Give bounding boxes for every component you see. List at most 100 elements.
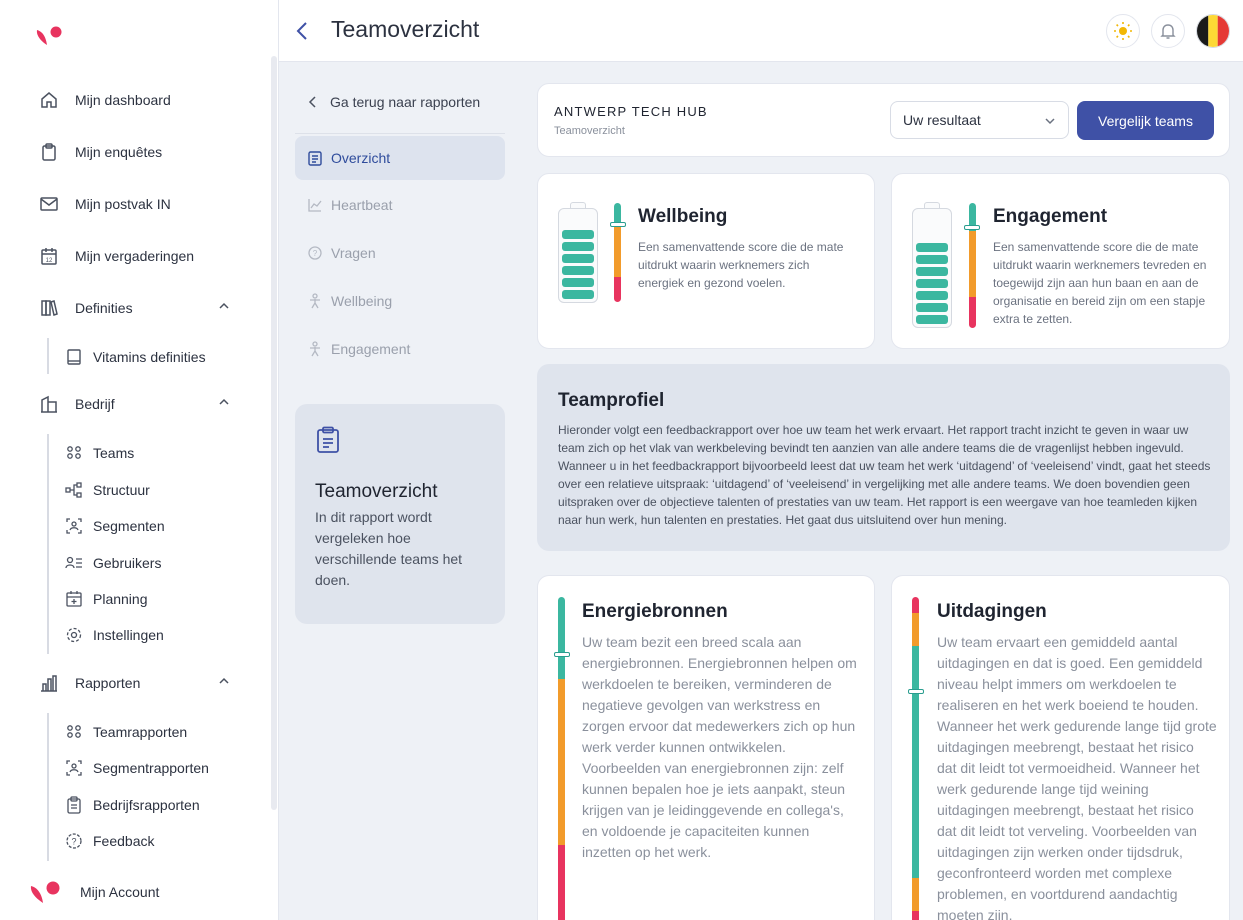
sidebar-item-vergaderingen[interactable]: 12 Mijn vergaderingen (38, 243, 194, 269)
chevron-down-icon (1045, 118, 1055, 125)
tab-wellbeing[interactable]: Wellbeing (295, 279, 505, 323)
chevron-up-icon[interactable] (218, 674, 230, 690)
sidebar-subitem-label: Structuur (93, 482, 150, 498)
org-subtitle: Teamoverzicht (554, 125, 625, 137)
account-link[interactable]: Mijn Account (28, 878, 159, 906)
sidebar-item-label: Mijn vergaderingen (75, 248, 195, 264)
bar-chart-icon (38, 672, 60, 694)
tree-line (47, 338, 49, 374)
page-title: Teamoverzicht (331, 16, 480, 42)
svg-text:12: 12 (46, 258, 53, 264)
sidebar-subitem-label: Planning (93, 591, 148, 607)
language-button[interactable] (1196, 14, 1230, 48)
sidebar-item-enquetes[interactable]: Mijn enquêtes (38, 139, 162, 165)
segment-icon (64, 516, 84, 536)
mail-icon (38, 193, 60, 215)
sidebar-item-label: Rapporten (75, 675, 141, 691)
engagement-battery (912, 202, 952, 328)
sidebar-subitem-feedback[interactable]: ? Feedback (64, 829, 154, 853)
sidebar-item-bedrijf[interactable]: Bedrijf (38, 391, 238, 417)
sidebar-subitem-bedrijfsrapporten[interactable]: Bedrijfsrapporten (64, 793, 200, 817)
sidebar-subitem-teams[interactable]: Teams (64, 441, 134, 465)
info-card-description: In dit rapport wordt vergeleken hoe vers… (315, 509, 463, 588)
sidebar-subitem-gebruikers[interactable]: Gebruikers (64, 551, 161, 575)
uitdagingen-text: Uw team ervaart een gemiddeld aantal uit… (937, 634, 1217, 920)
person-icon (307, 293, 323, 309)
gauge-marker (610, 222, 626, 227)
battery-cell (562, 254, 594, 263)
calendar-icon: 12 (38, 245, 60, 267)
feedback-icon: ? (64, 831, 84, 851)
battery-cap (570, 202, 586, 208)
svg-text:?: ? (313, 249, 318, 258)
compare-teams-button[interactable]: Vergelijk teams (1077, 101, 1214, 140)
sidebar-subitem-label: Instellingen (93, 627, 164, 643)
belgium-flag-icon (1197, 15, 1229, 47)
gear-icon (64, 625, 84, 645)
book-icon (64, 347, 84, 367)
back-to-reports-label: Ga terug naar rapporten (330, 94, 481, 110)
sidebar-subitem-label: Teamrapporten (93, 724, 188, 740)
energiebronnen-title: Energiebronnen (582, 601, 728, 622)
teamprofiel-text: Hieronder volgt een feedbackrapport over… (558, 423, 1211, 527)
tab-engagement[interactable]: Engagement (295, 327, 505, 371)
uitdagingen-gauge (912, 597, 919, 920)
wellbeing-card: Wellbeing Een samenvattende score die de… (537, 173, 875, 349)
tab-heartbeat[interactable]: Heartbeat (295, 183, 505, 227)
select-value: Uw resultaat (903, 112, 981, 128)
teamprofiel-section: Teamprofiel Hieronder volgt een feedback… (537, 364, 1230, 551)
back-to-reports-link[interactable]: Ga terug naar rapporten (308, 94, 480, 110)
account-label: Mijn Account (80, 884, 160, 900)
battery-cell (916, 279, 948, 288)
tab-vragen[interactable]: ? Vragen (295, 231, 505, 275)
chevron-left-icon (296, 22, 307, 40)
sidebar-subitem-segmenten[interactable]: Segmenten (64, 514, 165, 538)
chevron-up-icon[interactable] (218, 299, 230, 315)
sidebar-subitem-label: Teams (93, 445, 135, 461)
team-icon (64, 443, 84, 463)
line-chart-icon (307, 197, 323, 213)
sidebar-subitem-vitamins[interactable]: Vitamins definities (64, 345, 206, 369)
sidebar-subitem-segmentrapporten[interactable]: Segmentrapporten (64, 756, 209, 780)
question-icon: ? (307, 245, 323, 261)
theme-toggle-button[interactable] (1106, 14, 1140, 48)
uitdagingen-title: Uitdagingen (937, 601, 1047, 622)
battery-cell (562, 242, 594, 251)
info-card-title: Teamoverzicht (315, 481, 438, 502)
sidebar-item-label: Bedrijf (75, 396, 115, 412)
calendar-plus-icon (64, 589, 84, 609)
sidebar-subitem-structuur[interactable]: Structuur (64, 478, 150, 502)
sidebar-item-definities[interactable]: Definities (38, 295, 238, 321)
tab-label: Engagement (331, 341, 411, 357)
building-icon (38, 393, 60, 415)
sidebar-item-postvak[interactable]: Mijn postvak IN (38, 191, 171, 217)
chevron-up-icon[interactable] (218, 395, 230, 411)
sidebar-item-dashboard[interactable]: Mijn dashboard (38, 87, 171, 113)
sidebar-subitem-teamrapporten[interactable]: Teamrapporten (64, 720, 187, 744)
bell-icon (1160, 24, 1176, 39)
tab-overzicht[interactable]: Overzicht (295, 136, 505, 180)
sidebar-subitem-instellingen[interactable]: Instellingen (64, 623, 164, 647)
battery-cell (916, 267, 948, 276)
battery-cell (916, 315, 948, 324)
battery-cell (916, 303, 948, 312)
sidebar-subitem-planning[interactable]: Planning (64, 587, 148, 611)
sidebar-subitem-label: Segmentrapporten (93, 760, 209, 776)
sidebar-subitem-label: Segmenten (93, 518, 165, 534)
wellbeing-description: Een samenvattende score die de mate uitd… (638, 240, 844, 290)
gauge-marker (554, 652, 570, 657)
sidebar-subitem-label: Bedrijfsrapporten (93, 797, 200, 813)
result-select[interactable]: Uw resultaat (890, 101, 1069, 139)
sidebar-item-label: Mijn postvak IN (75, 196, 171, 212)
sidebar-subitem-label: Feedback (93, 833, 155, 849)
clipboard-icon (317, 426, 339, 453)
brand-logo[interactable] (34, 24, 64, 53)
engagement-gauge (969, 203, 976, 328)
notifications-button[interactable] (1151, 14, 1185, 48)
sidebar-scrollbar[interactable] (271, 56, 277, 810)
sidebar-subitem-label: Gebruikers (93, 555, 162, 571)
back-button[interactable] (293, 18, 311, 44)
energiebronnen-card: Energiebronnen Uw team bezit een breed s… (537, 575, 875, 920)
org-header-card: ANTWERP TECH HUB Teamoverzicht Uw result… (537, 83, 1230, 157)
sidebar-item-rapporten[interactable]: Rapporten (38, 670, 238, 696)
